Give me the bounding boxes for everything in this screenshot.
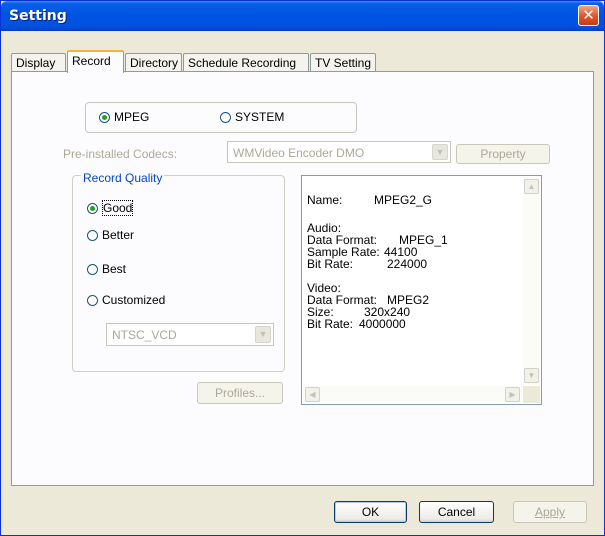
audio-bitrate-value: 224000: [387, 257, 428, 271]
name-label: Name:: [307, 193, 343, 207]
codecs-select[interactable]: WMVideo Encoder DMO ▼: [227, 141, 451, 163]
profiles-button[interactable]: Profiles...: [197, 382, 283, 404]
scroll-corner: [523, 386, 540, 403]
radio-good[interactable]: Good: [87, 200, 134, 216]
scroll-right-icon[interactable]: ▶: [505, 387, 520, 402]
radio-unchecked-icon: [87, 294, 98, 306]
codecs-label: Pre-installed Codecs:: [63, 147, 178, 161]
radio-mpeg[interactable]: MPEG: [99, 110, 149, 124]
audio-bitrate-label: Bit Rate:: [307, 257, 354, 271]
tab-record[interactable]: Record: [67, 50, 124, 73]
radio-good-label: Good: [102, 200, 134, 216]
record-quality-title: Record Quality: [81, 171, 165, 185]
radio-customized-label: Customized: [102, 293, 166, 307]
tab-schedule-recording[interactable]: Schedule Recording: [183, 53, 309, 72]
tab-display[interactable]: Display: [11, 53, 66, 72]
cancel-button[interactable]: Cancel: [419, 501, 494, 523]
preset-value: NTSC_VCD: [112, 328, 177, 342]
radio-checked-icon: [87, 202, 98, 214]
horizontal-scrollbar[interactable]: ◀ ▶: [303, 386, 522, 403]
radio-system-label: SYSTEM: [235, 110, 285, 124]
close-button[interactable]: ✕: [578, 5, 599, 26]
vertical-scrollbar[interactable]: ▲ ▼: [523, 177, 540, 385]
preset-select[interactable]: NTSC_VCD ▼: [106, 323, 274, 346]
setting-window: Setting ✕ Display Record Directory Sched…: [0, 0, 605, 536]
radio-best[interactable]: Best: [87, 262, 126, 276]
close-icon: ✕: [582, 6, 595, 24]
profile-info-box[interactable]: Name: MPEG2_G Audio: Data Format: MPEG_1 Samp…: [301, 175, 542, 405]
title-bar[interactable]: Setting ✕: [1, 1, 604, 31]
chevron-down-icon: ▼: [432, 144, 448, 160]
property-button[interactable]: Property: [456, 144, 550, 164]
video-bitrate-label: Bit Rate:: [307, 317, 354, 331]
radio-better[interactable]: Better: [87, 228, 134, 242]
scroll-down-icon[interactable]: ▼: [524, 368, 539, 383]
radio-unchecked-icon: [87, 263, 98, 275]
scroll-up-icon[interactable]: ▲: [524, 179, 539, 194]
tab-directory[interactable]: Directory: [125, 53, 182, 72]
profile-info-text: Name: MPEG2_G Audio: Data Format: MPEG_1 Samp…: [307, 182, 448, 354]
video-bitrate-value: 4000000: [359, 317, 406, 331]
apply-button[interactable]: Apply: [513, 501, 587, 523]
radio-customized[interactable]: Customized: [87, 293, 165, 307]
scroll-left-icon[interactable]: ◀: [305, 387, 320, 402]
radio-better-label: Better: [102, 228, 135, 242]
name-value: MPEG2_G: [374, 193, 433, 207]
tab-tv-setting[interactable]: TV Setting: [310, 53, 376, 72]
chevron-down-icon: ▼: [255, 326, 271, 343]
ok-button[interactable]: OK: [334, 501, 407, 523]
radio-best-label: Best: [102, 262, 127, 276]
radio-checked-icon: [99, 111, 110, 123]
radio-unchecked-icon: [220, 111, 231, 123]
radio-unchecked-icon: [87, 229, 98, 241]
radio-system[interactable]: SYSTEM: [220, 110, 284, 124]
window-title: Setting: [9, 8, 67, 24]
radio-mpeg-label: MPEG: [114, 110, 150, 124]
codecs-value: WMVideo Encoder DMO: [233, 146, 365, 160]
